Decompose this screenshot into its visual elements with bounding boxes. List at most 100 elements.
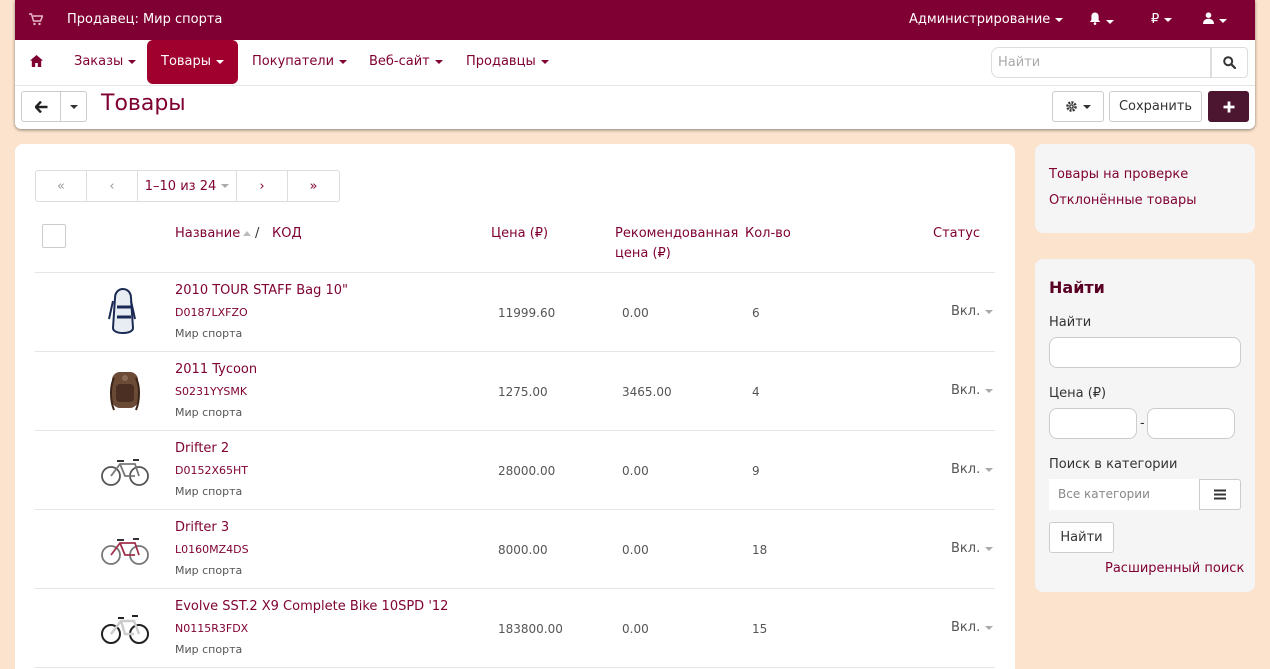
product-code: L0160MZ4DS: [175, 543, 249, 556]
nav-orders-label: Заказы: [74, 54, 124, 69]
rejected-products-link[interactable]: Отклонённые товары: [1049, 193, 1196, 208]
status-dropdown[interactable]: Вкл.: [951, 383, 994, 398]
chevron-down-icon: [985, 467, 994, 472]
search-button[interactable]: [1211, 47, 1248, 78]
search-icon: [1223, 56, 1236, 69]
vendor-label[interactable]: Продавец: Мир спорта: [67, 12, 222, 27]
table-row[interactable]: 2010 TOUR STAFF Bag 10" D0187LXFZO Мир с…: [35, 273, 995, 352]
product-rec-price: 3465.00: [622, 385, 672, 399]
save-button[interactable]: Сохранить: [1109, 91, 1202, 122]
find-button[interactable]: Найти: [1049, 522, 1114, 553]
nav-customers[interactable]: Покупатели: [252, 40, 348, 84]
status-dropdown[interactable]: Вкл.: [951, 462, 994, 477]
product-vendor: Мир спорта: [175, 564, 243, 577]
currency-menu[interactable]: ₽: [1151, 12, 1173, 27]
product-vendor: Мир спорта: [175, 406, 243, 419]
chevron-down-icon: [1164, 17, 1173, 22]
nav-orders[interactable]: Заказы: [74, 40, 137, 84]
product-vendor: Мир спорта: [175, 485, 243, 498]
cart-icon[interactable]: [29, 13, 44, 30]
product-code: D0152X65HT: [175, 464, 248, 477]
chevron-down-icon: [985, 309, 994, 314]
product-name-link[interactable]: Drifter 2: [175, 441, 229, 456]
product-qty[interactable]: 15: [752, 622, 767, 636]
chevron-down-icon: [339, 59, 348, 64]
product-qty[interactable]: 18: [752, 543, 767, 557]
code-column-header[interactable]: КОД: [272, 224, 302, 244]
product-thumbnail: [97, 522, 152, 581]
status-dropdown[interactable]: Вкл.: [951, 304, 994, 319]
product-price[interactable]: 11999.60: [498, 306, 555, 320]
product-qty[interactable]: 4: [752, 385, 760, 399]
table-row[interactable]: Drifter 2 D0152X65HT Мир спорта 28000.00…: [35, 431, 995, 510]
product-vendor: Мир спорта: [175, 643, 243, 656]
name-column-header[interactable]: Название: [175, 224, 252, 244]
currency-symbol: ₽: [1151, 12, 1160, 27]
select-all-checkbox[interactable]: [42, 224, 66, 248]
chevron-left-icon: ‹: [109, 178, 115, 194]
product-qty[interactable]: 9: [752, 464, 760, 478]
product-price[interactable]: 183800.00: [498, 622, 563, 636]
chevron-down-icon: [985, 546, 994, 551]
page-range-dropdown[interactable]: 1–10 из 24: [138, 171, 237, 201]
nav-products[interactable]: Товары: [147, 40, 239, 84]
nav-website[interactable]: Веб-сайт: [369, 40, 443, 84]
notifications-menu[interactable]: [1089, 12, 1114, 29]
table-row[interactable]: 2011 Tycoon S0231YYSMK Мир спорта 1275.0…: [35, 352, 995, 431]
status-dropdown[interactable]: Вкл.: [951, 541, 994, 556]
home-icon[interactable]: [30, 55, 43, 71]
prev-page-button[interactable]: ‹: [87, 171, 138, 201]
product-name-link[interactable]: Evolve SST.2 X9 Complete Bike 10SPD '12: [175, 599, 448, 614]
last-page-button[interactable]: »: [288, 171, 339, 201]
add-product-button[interactable]: [1208, 91, 1249, 122]
products-on-review-link[interactable]: Товары на проверке: [1049, 167, 1188, 182]
settings-button[interactable]: [1052, 91, 1104, 122]
admin-menu[interactable]: Администрирование: [909, 12, 1064, 27]
header-separator: /: [255, 226, 260, 241]
advanced-search-link[interactable]: Расширенный поиск: [1105, 561, 1244, 576]
product-price[interactable]: 1275.00: [498, 385, 548, 399]
chevron-down-icon: [216, 59, 225, 64]
next-page-button[interactable]: ›: [237, 171, 288, 201]
product-qty[interactable]: 6: [752, 306, 760, 320]
back-button[interactable]: [21, 91, 61, 122]
product-price[interactable]: 8000.00: [498, 543, 548, 557]
table-row[interactable]: Drifter 3 L0160MZ4DS Мир спорта 8000.00 …: [35, 510, 995, 589]
table-row[interactable]: Evolve SST.2 X9 Complete Bike 10SPD '12 …: [35, 589, 995, 668]
price-column-header[interactable]: Цена (₽): [491, 224, 548, 244]
price-range-separator: -: [1140, 416, 1145, 431]
sidebar-links: Товары на проверке Отклонённые товары: [1035, 144, 1255, 233]
category-picker-button[interactable]: [1199, 479, 1241, 510]
product-code: D0187LXFZO: [175, 306, 248, 319]
rec-price-column-header[interactable]: Рекомендованная цена (₽): [615, 224, 738, 264]
status-column-header[interactable]: Статус: [933, 224, 980, 244]
chevron-down-icon: [221, 184, 230, 188]
chevron-down-icon: [1055, 17, 1064, 22]
product-name-link[interactable]: 2010 TOUR STAFF Bag 10": [175, 283, 348, 298]
admin-header: Продавец: Мир спорта Администрирование ₽…: [15, 0, 1255, 129]
gear-icon: [1066, 101, 1077, 112]
product-vendor: Мир спорта: [175, 327, 243, 340]
product-name-link[interactable]: 2011 Tycoon: [175, 362, 257, 377]
user-menu[interactable]: [1203, 12, 1227, 28]
product-price[interactable]: 28000.00: [498, 464, 555, 478]
back-dropdown-button[interactable]: [60, 91, 87, 122]
product-name-link[interactable]: Drifter 3: [175, 520, 229, 535]
search-input[interactable]: [991, 47, 1211, 78]
plus-icon: [1223, 101, 1234, 112]
nav-vendors[interactable]: Продавцы: [466, 40, 549, 84]
nav-customers-label: Покупатели: [252, 54, 335, 69]
nav-vendors-label: Продавцы: [466, 54, 536, 69]
double-chevron-right-icon: »: [309, 178, 318, 194]
price-from-input[interactable]: [1049, 408, 1137, 439]
category-select[interactable]: Все категории: [1049, 479, 1201, 510]
qty-column-header[interactable]: Кол-во: [745, 224, 791, 244]
nav-website-label: Веб-сайт: [369, 54, 430, 69]
product-rec-price: 0.00: [622, 464, 649, 478]
find-input[interactable]: [1049, 337, 1241, 368]
status-label: Вкл.: [951, 620, 981, 635]
first-page-button[interactable]: «: [36, 171, 87, 201]
status-dropdown[interactable]: Вкл.: [951, 620, 994, 635]
product-rec-price: 0.00: [622, 543, 649, 557]
price-to-input[interactable]: [1147, 408, 1235, 439]
